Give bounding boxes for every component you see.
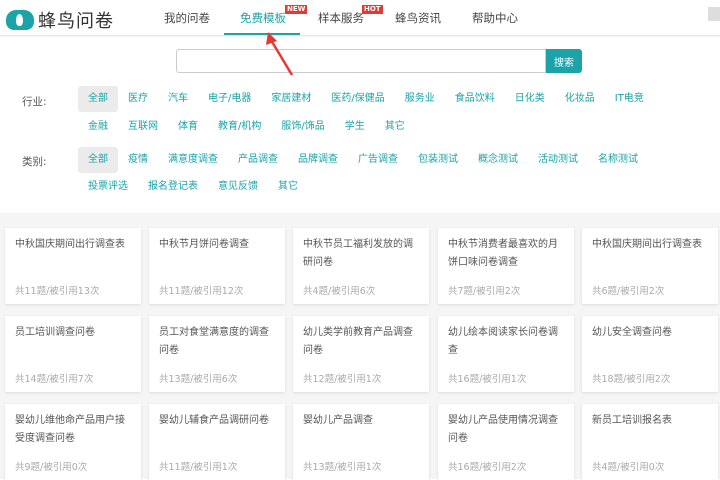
red-arrow-annotation — [266, 32, 294, 76]
